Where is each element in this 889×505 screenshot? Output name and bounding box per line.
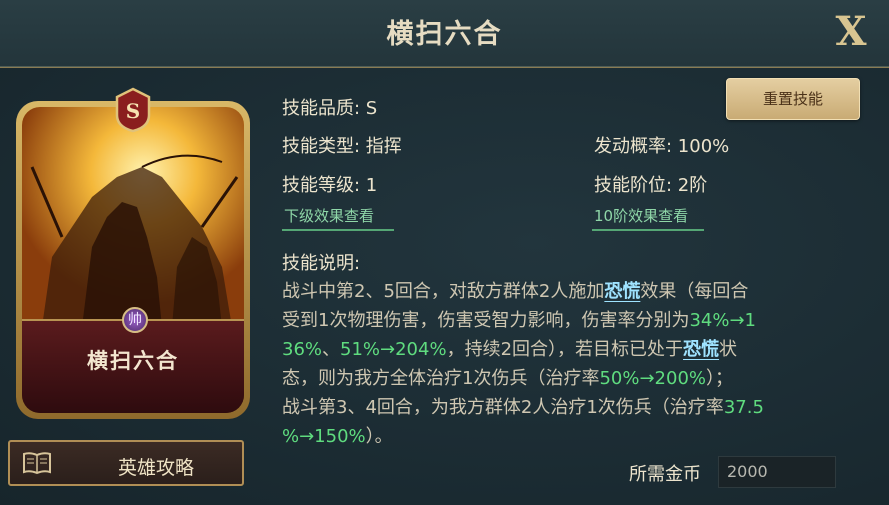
skill-card-inner: 横扫六合 [22, 107, 244, 413]
keyword-panic-link[interactable]: 恐慌 [604, 281, 640, 302]
command-type-icon: 帅 [122, 307, 148, 333]
heal-rate-value: 37.5 [723, 397, 764, 418]
skill-tier: 技能阶位: 2阶 [594, 175, 708, 196]
next-level-underline [282, 229, 394, 231]
skill-type: 技能类型: 指挥 [282, 136, 402, 157]
description-text: 态，则为我方全体治疗1次伤兵（治疗率 [282, 368, 600, 389]
heal-rate-value: %→150% [282, 426, 366, 447]
description-title: 技能说明: [282, 253, 361, 274]
trigger-probability: 发动概率: 100% [594, 136, 730, 157]
description-line: 战斗第3、4回合，为我方群体2人治疗1次伤兵（治疗率37.5 [282, 393, 852, 422]
heal-rate-value: 50%→200% [599, 368, 707, 389]
card-nameplate: 横扫六合 [22, 319, 244, 413]
description-line: 战斗中第2、5回合，对敌方群体2人施加恐慌效果（每回合 [282, 277, 852, 306]
hero-guide-button[interactable]: 英雄攻略 [8, 440, 244, 486]
description-text: 、 [322, 339, 341, 360]
grade-badge-icon: S [115, 87, 151, 133]
damage-rate-value: 36% [282, 339, 323, 360]
description-text: 效果（每回合 [640, 281, 749, 302]
page-title: 横扫六合 [386, 19, 503, 50]
close-button[interactable]: X [827, 8, 875, 56]
description-text: ，持续2回合），若目标已处于 [446, 339, 684, 360]
skill-card: 横扫六合 [16, 101, 250, 419]
description-line: 36%、51%→204%，持续2回合），若目标已处于恐慌状 [282, 335, 852, 364]
skill-description: 战斗中第2、5回合，对敌方群体2人施加恐慌效果（每回合 受到1次物理伤害，伤害受… [282, 277, 852, 451]
description-line: 态，则为我方全体治疗1次伤兵（治疗率50%→200%）； [282, 364, 852, 393]
description-line: 受到1次物理伤害，伤害受智力影响，伤害率分别为34%→1 [282, 306, 852, 335]
hero-guide-label: 英雄攻略 [117, 457, 194, 479]
book-icon [23, 452, 51, 475]
reset-skill-button[interactable]: 重置技能 [726, 78, 860, 120]
description-text: 战斗第3、4回合，为我方群体2人治疗1次伤兵（治疗率 [282, 397, 724, 418]
description-text: 战斗中第2、5回合，对敌方群体2人施加 [282, 281, 605, 302]
description-text: 状 [719, 339, 738, 360]
skill-level: 技能等级: 1 [282, 175, 378, 196]
tier10-effect-link[interactable]: 10阶效果查看 [594, 205, 688, 226]
description-text: ）； [706, 368, 734, 389]
keyword-panic-link[interactable]: 恐慌 [683, 339, 719, 360]
next-level-effect-link[interactable]: 下级效果查看 [284, 205, 374, 226]
description-text: ）。 [365, 426, 393, 447]
cost-value: 2000 [727, 462, 768, 481]
damage-rate-value: 34%→1 [689, 310, 756, 331]
description-text: 受到1次物理伤害，伤害受智力影响，伤害率分别为 [282, 310, 690, 331]
reset-skill-label: 重置技能 [762, 90, 823, 108]
cost-label: 所需金币 [629, 464, 701, 485]
skill-illustration [22, 107, 244, 327]
skill-quality: 技能品质: S [282, 98, 378, 119]
title-bar: 横扫六合 X [0, 0, 889, 68]
card-skill-name: 横扫六合 [87, 349, 179, 373]
grade-letter: S [126, 99, 140, 123]
damage-rate-value: 51%→204% [340, 339, 447, 360]
description-line: %→150%）。 [282, 422, 852, 451]
cost-box: 2000 [718, 456, 836, 488]
tier10-underline [592, 229, 704, 231]
